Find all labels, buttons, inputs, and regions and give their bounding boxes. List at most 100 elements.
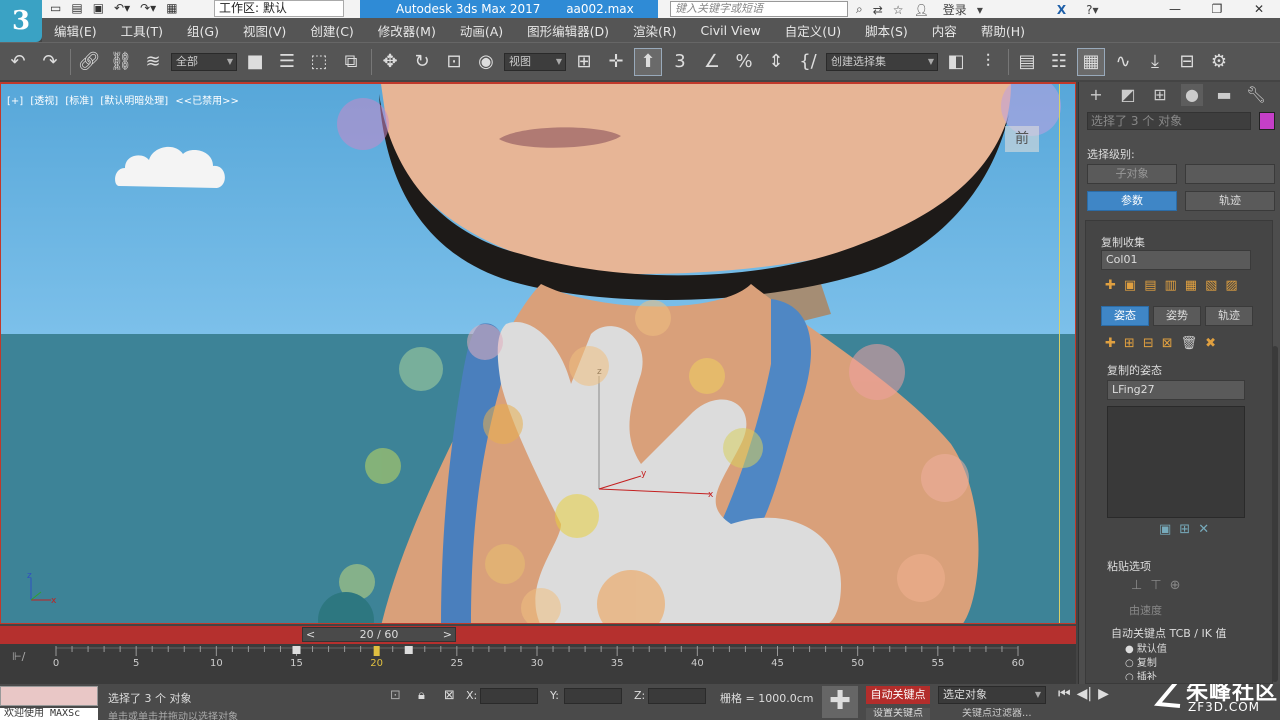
copy-posture-icon[interactable]: ✚ bbox=[1105, 336, 1116, 351]
radio-default[interactable]: ● 默认值 bbox=[1125, 640, 1167, 655]
help-icon[interactable]: ?▾ bbox=[1086, 3, 1098, 17]
delete-collection-icon[interactable]: ▥ bbox=[1165, 278, 1177, 293]
maxscript-mini-listener[interactable]: 欢迎使用 MAXSc bbox=[0, 708, 98, 720]
angle-snap-icon[interactable]: ∠ bbox=[698, 48, 726, 76]
selection-filter-dropdown[interactable]: 全部 bbox=[171, 52, 237, 71]
x-coord-field[interactable] bbox=[480, 688, 538, 704]
setkey-button[interactable]: 设置关键点 bbox=[866, 708, 930, 720]
delete-all-postures-icon[interactable]: ✖ bbox=[1205, 336, 1216, 351]
select-manipulate-icon[interactable]: ✛ bbox=[602, 48, 630, 76]
menu-customize[interactable]: 自定义(U) bbox=[773, 21, 853, 40]
new-file-icon[interactable]: ▭ bbox=[50, 1, 61, 15]
viewport-standard[interactable]: [标准] bbox=[65, 96, 93, 107]
perspective-viewport[interactable]: z x y bbox=[0, 82, 1076, 624]
capture-viewport-icon[interactable]: ▣ bbox=[1159, 522, 1171, 537]
paste-horizontal-icon[interactable]: ⊥ bbox=[1131, 578, 1142, 593]
layer-explorer-icon[interactable]: ☷ bbox=[1045, 48, 1073, 76]
object-name-field[interactable]: 选择了 3 个 对象 bbox=[1087, 112, 1251, 130]
load-collection-icon[interactable]: ▣ bbox=[1124, 278, 1136, 293]
keyboard-shortcut-override-icon[interactable]: ⬆ bbox=[634, 47, 662, 76]
radio-interp[interactable]: ○ 插补 bbox=[1125, 668, 1157, 680]
motion-tab-icon[interactable]: ● bbox=[1181, 84, 1203, 106]
isolate-icon[interactable]: ⊡ bbox=[390, 688, 401, 703]
subobject-dropdown[interactable] bbox=[1185, 164, 1275, 184]
save-collection-icon[interactable]: ▤ bbox=[1144, 278, 1156, 293]
menu-civil-view[interactable]: Civil View bbox=[689, 23, 773, 38]
go-to-start-icon[interactable]: ⏮ bbox=[1058, 686, 1071, 702]
posture-dropdown[interactable]: LFing27 bbox=[1107, 380, 1245, 400]
undo-icon[interactable]: ↶ bbox=[4, 48, 32, 76]
unlink-icon[interactable]: ⛓︎ bbox=[107, 48, 135, 76]
schematic-view-icon[interactable]: ⤓ bbox=[1141, 48, 1169, 76]
curve-editor-icon[interactable]: ∿ bbox=[1109, 48, 1137, 76]
workspace-dropdown[interactable]: 工作区: 默认 bbox=[214, 0, 344, 17]
pose-tab[interactable]: 姿势 bbox=[1153, 306, 1201, 326]
object-color-swatch[interactable] bbox=[1259, 112, 1275, 130]
previous-frame-icon[interactable]: ◀| bbox=[1077, 686, 1092, 702]
copy-collection-icon[interactable]: ▧ bbox=[1205, 278, 1217, 293]
menu-graph-editors[interactable]: 图形编辑器(D) bbox=[515, 21, 621, 40]
named-selection-dropdown[interactable]: 创建选择集 bbox=[826, 52, 938, 71]
delete-all-icon[interactable]: ▦ bbox=[1185, 278, 1197, 293]
posture-tab[interactable]: 姿态 bbox=[1101, 306, 1149, 326]
bind-spacewarp-icon[interactable]: ≋ bbox=[139, 48, 167, 76]
maxscript-listener[interactable] bbox=[0, 686, 98, 706]
menu-views[interactable]: 视图(V) bbox=[231, 21, 298, 40]
select-by-name-icon[interactable]: ☰ bbox=[273, 48, 301, 76]
menu-animation[interactable]: 动画(A) bbox=[448, 21, 515, 40]
autokey-button[interactable]: 自动关键点 bbox=[866, 686, 930, 704]
minimize-icon[interactable]: — bbox=[1154, 0, 1196, 18]
y-coord-field[interactable] bbox=[564, 688, 622, 704]
modify-tab-icon[interactable]: ◩ bbox=[1117, 84, 1139, 106]
command-panel-scrollbar[interactable] bbox=[1272, 346, 1278, 682]
viewcube[interactable]: 前 bbox=[1005, 126, 1039, 152]
star-icon[interactable]: ☆ bbox=[893, 3, 904, 17]
user-icon[interactable]: 👤︎ bbox=[914, 3, 929, 17]
spinner-snap-icon[interactable]: ⇕ bbox=[762, 48, 790, 76]
hierarchy-tab-icon[interactable]: ⊞ bbox=[1149, 84, 1171, 106]
time-slider-thumb[interactable]: < 20 / 60 > bbox=[302, 627, 456, 642]
paste-opposite-icon[interactable]: ⊟ bbox=[1143, 336, 1154, 351]
absolute-mode-icon[interactable]: ⊠ bbox=[444, 688, 455, 703]
time-next-button[interactable]: > bbox=[443, 628, 452, 641]
menu-group[interactable]: 组(G) bbox=[175, 21, 231, 40]
track-tab[interactable]: 轨迹 bbox=[1205, 306, 1253, 326]
edit-named-selection-icon[interactable]: {/ bbox=[794, 48, 822, 76]
toggle-ribbon-icon[interactable]: ▦ bbox=[1077, 47, 1105, 76]
trajectories-button[interactable]: 轨迹 bbox=[1185, 191, 1275, 211]
paste-posture-icon[interactable]: ⊞ bbox=[1124, 336, 1135, 351]
link-icon[interactable]: 🔗︎ bbox=[75, 48, 103, 76]
paste-velocity-checkbox[interactable]: 由速度 bbox=[1129, 602, 1162, 618]
menu-content[interactable]: 内容 bbox=[920, 21, 969, 40]
menu-scripting[interactable]: 脚本(S) bbox=[853, 21, 920, 40]
undo-icon[interactable]: ↶▾ bbox=[114, 1, 130, 15]
radio-copy[interactable]: ○ 复制 bbox=[1125, 654, 1157, 669]
save-icon[interactable]: ▣ bbox=[93, 1, 104, 15]
play-icon[interactable]: ▶ bbox=[1098, 686, 1109, 702]
render-setup-icon[interactable]: ⚙︎ bbox=[1205, 48, 1233, 76]
subobject-button[interactable]: 子对象 bbox=[1087, 164, 1177, 184]
login-link[interactable]: 登录 bbox=[943, 1, 967, 18]
key-filters-button[interactable]: 关键点过滤器... bbox=[938, 708, 1046, 720]
dropdown-arrow-icon[interactable]: ▾ bbox=[977, 3, 983, 17]
viewport-disabled[interactable]: <<已禁用>> bbox=[175, 96, 239, 107]
viewport-label-menu[interactable]: [+] [透视] [标准] [默认明暗处理] <<已禁用>> bbox=[7, 92, 243, 107]
menu-rendering[interactable]: 渲染(R) bbox=[621, 21, 688, 40]
rect-selection-icon[interactable]: ⬚ bbox=[305, 48, 333, 76]
select-object-icon[interactable]: ■ bbox=[241, 48, 269, 76]
project-folder-icon[interactable]: ▦ bbox=[166, 1, 177, 15]
track-bar[interactable]: ⊩∕ 0 5 10 15 20 25 30 35 40 45 50 55 60 bbox=[0, 644, 1076, 684]
place-icon[interactable]: ◉ bbox=[472, 48, 500, 76]
mirror-icon[interactable]: ◧ bbox=[942, 48, 970, 76]
exchange-icon[interactable]: ⇄ bbox=[873, 3, 883, 17]
key-selection-dropdown[interactable]: 选定对象 bbox=[938, 686, 1046, 704]
binoculars-icon[interactable]: ⌕ bbox=[856, 2, 863, 17]
align-icon[interactable]: ⫶ bbox=[974, 48, 1002, 76]
collection-dropdown[interactable]: Col01 bbox=[1101, 250, 1251, 270]
search-input[interactable]: 键入关键字或短语 bbox=[670, 1, 848, 17]
viewport-point-of-view[interactable]: [透视] bbox=[30, 96, 58, 107]
parameters-button[interactable]: 参数 bbox=[1087, 191, 1177, 211]
time-prev-button[interactable]: < bbox=[306, 628, 315, 641]
paste-collection-icon[interactable]: ▨ bbox=[1225, 278, 1237, 293]
snaps-toggle-icon[interactable]: 3 bbox=[666, 48, 694, 76]
